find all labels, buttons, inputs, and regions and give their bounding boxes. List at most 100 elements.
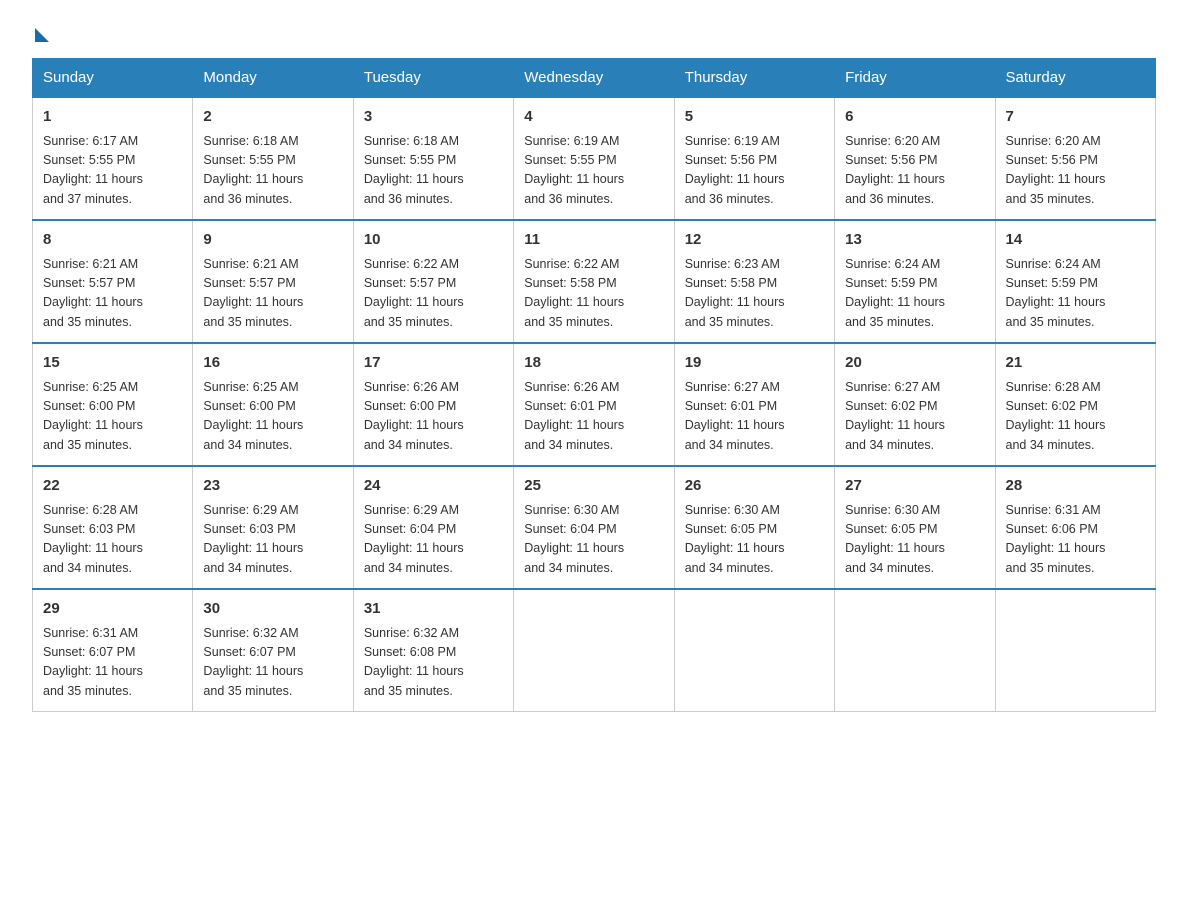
day-info: Sunrise: 6:23 AM Sunset: 5:58 PM Dayligh…	[685, 255, 824, 333]
day-info: Sunrise: 6:20 AM Sunset: 5:56 PM Dayligh…	[1006, 132, 1145, 210]
day-number: 25	[524, 475, 663, 498]
calendar-day-cell: 17 Sunrise: 6:26 AM Sunset: 6:00 PM Dayl…	[353, 343, 513, 466]
day-info: Sunrise: 6:30 AM Sunset: 6:05 PM Dayligh…	[845, 501, 984, 579]
calendar-week-row: 15 Sunrise: 6:25 AM Sunset: 6:00 PM Dayl…	[33, 343, 1156, 466]
day-of-week-header: Saturday	[995, 59, 1155, 98]
day-info: Sunrise: 6:18 AM Sunset: 5:55 PM Dayligh…	[364, 132, 503, 210]
day-number: 17	[364, 352, 503, 375]
calendar-day-cell: 29 Sunrise: 6:31 AM Sunset: 6:07 PM Dayl…	[33, 589, 193, 712]
calendar-day-cell	[995, 589, 1155, 712]
calendar-day-cell: 21 Sunrise: 6:28 AM Sunset: 6:02 PM Dayl…	[995, 343, 1155, 466]
calendar-day-cell: 12 Sunrise: 6:23 AM Sunset: 5:58 PM Dayl…	[674, 220, 834, 343]
day-number: 5	[685, 106, 824, 129]
day-number: 15	[43, 352, 182, 375]
day-number: 11	[524, 229, 663, 252]
day-info: Sunrise: 6:17 AM Sunset: 5:55 PM Dayligh…	[43, 132, 182, 210]
calendar-week-row: 8 Sunrise: 6:21 AM Sunset: 5:57 PM Dayli…	[33, 220, 1156, 343]
day-info: Sunrise: 6:28 AM Sunset: 6:03 PM Dayligh…	[43, 501, 182, 579]
day-number: 9	[203, 229, 342, 252]
calendar-day-cell: 11 Sunrise: 6:22 AM Sunset: 5:58 PM Dayl…	[514, 220, 674, 343]
day-of-week-header: Sunday	[33, 59, 193, 98]
calendar-day-cell: 18 Sunrise: 6:26 AM Sunset: 6:01 PM Dayl…	[514, 343, 674, 466]
day-info: Sunrise: 6:26 AM Sunset: 6:00 PM Dayligh…	[364, 378, 503, 456]
day-of-week-header: Monday	[193, 59, 353, 98]
logo-arrow-icon	[35, 28, 49, 42]
calendar-day-cell: 22 Sunrise: 6:28 AM Sunset: 6:03 PM Dayl…	[33, 466, 193, 589]
logo	[32, 24, 49, 42]
calendar-day-cell: 8 Sunrise: 6:21 AM Sunset: 5:57 PM Dayli…	[33, 220, 193, 343]
calendar-day-cell: 3 Sunrise: 6:18 AM Sunset: 5:55 PM Dayli…	[353, 97, 513, 220]
day-info: Sunrise: 6:28 AM Sunset: 6:02 PM Dayligh…	[1006, 378, 1145, 456]
day-info: Sunrise: 6:22 AM Sunset: 5:58 PM Dayligh…	[524, 255, 663, 333]
day-info: Sunrise: 6:31 AM Sunset: 6:07 PM Dayligh…	[43, 624, 182, 702]
day-of-week-header: Tuesday	[353, 59, 513, 98]
day-number: 1	[43, 106, 182, 129]
day-number: 28	[1006, 475, 1145, 498]
day-number: 16	[203, 352, 342, 375]
day-info: Sunrise: 6:25 AM Sunset: 6:00 PM Dayligh…	[203, 378, 342, 456]
day-number: 20	[845, 352, 984, 375]
calendar-week-row: 29 Sunrise: 6:31 AM Sunset: 6:07 PM Dayl…	[33, 589, 1156, 712]
day-number: 7	[1006, 106, 1145, 129]
day-info: Sunrise: 6:31 AM Sunset: 6:06 PM Dayligh…	[1006, 501, 1145, 579]
day-number: 6	[845, 106, 984, 129]
day-number: 19	[685, 352, 824, 375]
day-info: Sunrise: 6:21 AM Sunset: 5:57 PM Dayligh…	[203, 255, 342, 333]
calendar-day-cell: 26 Sunrise: 6:30 AM Sunset: 6:05 PM Dayl…	[674, 466, 834, 589]
day-number: 3	[364, 106, 503, 129]
day-number: 8	[43, 229, 182, 252]
day-info: Sunrise: 6:30 AM Sunset: 6:04 PM Dayligh…	[524, 501, 663, 579]
calendar-day-cell: 28 Sunrise: 6:31 AM Sunset: 6:06 PM Dayl…	[995, 466, 1155, 589]
day-info: Sunrise: 6:22 AM Sunset: 5:57 PM Dayligh…	[364, 255, 503, 333]
calendar-day-cell: 1 Sunrise: 6:17 AM Sunset: 5:55 PM Dayli…	[33, 97, 193, 220]
day-info: Sunrise: 6:29 AM Sunset: 6:04 PM Dayligh…	[364, 501, 503, 579]
page-header	[32, 24, 1156, 42]
day-info: Sunrise: 6:24 AM Sunset: 5:59 PM Dayligh…	[1006, 255, 1145, 333]
day-of-week-header: Friday	[835, 59, 995, 98]
calendar-day-cell: 25 Sunrise: 6:30 AM Sunset: 6:04 PM Dayl…	[514, 466, 674, 589]
calendar-day-cell	[514, 589, 674, 712]
day-info: Sunrise: 6:27 AM Sunset: 6:01 PM Dayligh…	[685, 378, 824, 456]
day-info: Sunrise: 6:18 AM Sunset: 5:55 PM Dayligh…	[203, 132, 342, 210]
calendar-day-cell: 7 Sunrise: 6:20 AM Sunset: 5:56 PM Dayli…	[995, 97, 1155, 220]
calendar-day-cell: 20 Sunrise: 6:27 AM Sunset: 6:02 PM Dayl…	[835, 343, 995, 466]
calendar-day-cell: 15 Sunrise: 6:25 AM Sunset: 6:00 PM Dayl…	[33, 343, 193, 466]
day-info: Sunrise: 6:26 AM Sunset: 6:01 PM Dayligh…	[524, 378, 663, 456]
calendar-day-cell: 14 Sunrise: 6:24 AM Sunset: 5:59 PM Dayl…	[995, 220, 1155, 343]
calendar-day-cell: 24 Sunrise: 6:29 AM Sunset: 6:04 PM Dayl…	[353, 466, 513, 589]
day-number: 30	[203, 598, 342, 621]
calendar-week-row: 1 Sunrise: 6:17 AM Sunset: 5:55 PM Dayli…	[33, 97, 1156, 220]
day-number: 13	[845, 229, 984, 252]
calendar-header-row: SundayMondayTuesdayWednesdayThursdayFrid…	[33, 59, 1156, 98]
day-number: 18	[524, 352, 663, 375]
day-info: Sunrise: 6:32 AM Sunset: 6:07 PM Dayligh…	[203, 624, 342, 702]
calendar-week-row: 22 Sunrise: 6:28 AM Sunset: 6:03 PM Dayl…	[33, 466, 1156, 589]
day-number: 26	[685, 475, 824, 498]
day-number: 27	[845, 475, 984, 498]
day-info: Sunrise: 6:19 AM Sunset: 5:55 PM Dayligh…	[524, 132, 663, 210]
calendar-day-cell: 2 Sunrise: 6:18 AM Sunset: 5:55 PM Dayli…	[193, 97, 353, 220]
day-number: 31	[364, 598, 503, 621]
calendar-day-cell	[835, 589, 995, 712]
day-number: 21	[1006, 352, 1145, 375]
calendar-day-cell: 23 Sunrise: 6:29 AM Sunset: 6:03 PM Dayl…	[193, 466, 353, 589]
day-info: Sunrise: 6:29 AM Sunset: 6:03 PM Dayligh…	[203, 501, 342, 579]
day-of-week-header: Thursday	[674, 59, 834, 98]
calendar-day-cell: 31 Sunrise: 6:32 AM Sunset: 6:08 PM Dayl…	[353, 589, 513, 712]
day-number: 12	[685, 229, 824, 252]
day-number: 10	[364, 229, 503, 252]
calendar-day-cell: 30 Sunrise: 6:32 AM Sunset: 6:07 PM Dayl…	[193, 589, 353, 712]
calendar-table: SundayMondayTuesdayWednesdayThursdayFrid…	[32, 58, 1156, 712]
calendar-day-cell: 6 Sunrise: 6:20 AM Sunset: 5:56 PM Dayli…	[835, 97, 995, 220]
calendar-day-cell: 5 Sunrise: 6:19 AM Sunset: 5:56 PM Dayli…	[674, 97, 834, 220]
day-number: 29	[43, 598, 182, 621]
day-info: Sunrise: 6:21 AM Sunset: 5:57 PM Dayligh…	[43, 255, 182, 333]
calendar-day-cell	[674, 589, 834, 712]
day-number: 14	[1006, 229, 1145, 252]
calendar-day-cell: 4 Sunrise: 6:19 AM Sunset: 5:55 PM Dayli…	[514, 97, 674, 220]
calendar-day-cell: 27 Sunrise: 6:30 AM Sunset: 6:05 PM Dayl…	[835, 466, 995, 589]
day-info: Sunrise: 6:24 AM Sunset: 5:59 PM Dayligh…	[845, 255, 984, 333]
calendar-day-cell: 10 Sunrise: 6:22 AM Sunset: 5:57 PM Dayl…	[353, 220, 513, 343]
day-info: Sunrise: 6:20 AM Sunset: 5:56 PM Dayligh…	[845, 132, 984, 210]
day-number: 2	[203, 106, 342, 129]
